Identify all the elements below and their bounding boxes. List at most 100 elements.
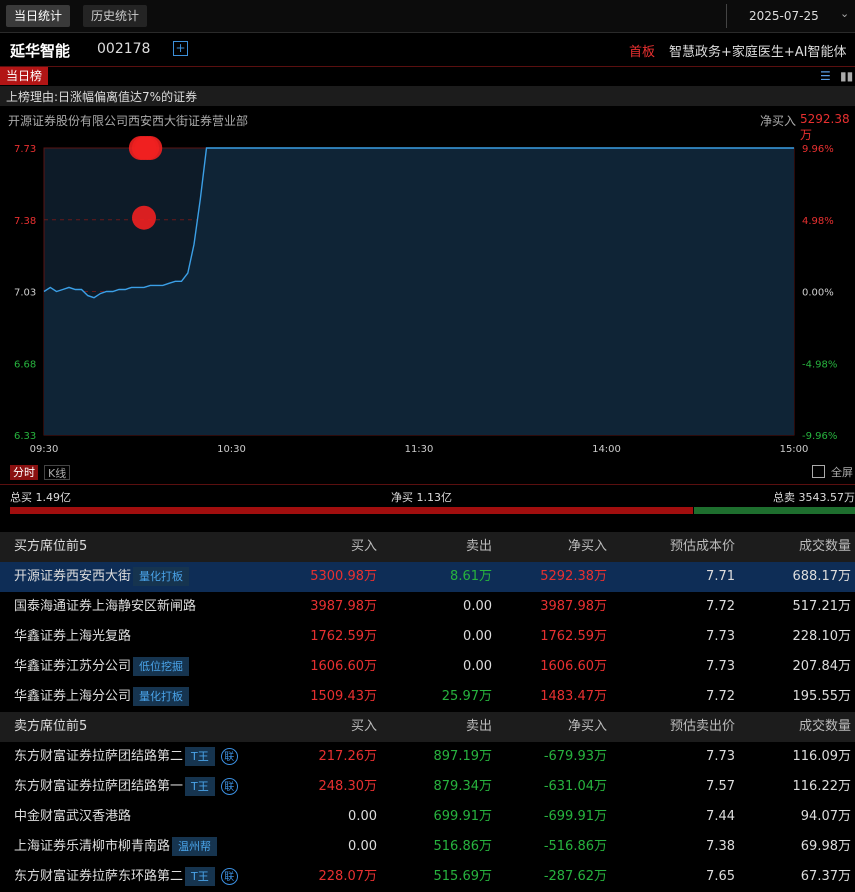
sell-amount: 0.00 (463, 599, 492, 614)
seat-name-text: 国泰海通证券上海静安区新闸路 (14, 599, 197, 614)
stock-code: 002178 (97, 41, 151, 57)
linked-badge[interactable]: 联 (220, 868, 238, 885)
seat-name: 中金财富武汉香港路 (14, 802, 131, 832)
seat-name: 东方财富证券拉萨团结路第一 T王联 (14, 772, 238, 802)
tab-intraday[interactable]: 分时 (10, 465, 38, 480)
table-row[interactable]: 国泰海通证券上海静安区新闸路 3987.98万 0.00 3987.98万 7.72 51… (0, 592, 855, 622)
list-view-icon[interactable]: ☰ (820, 69, 831, 83)
seat-name-text: 东方财富证券拉萨东环路第二 (14, 869, 184, 884)
listing-reason: 上榜理由:日涨幅偏离值达7%的证券 (6, 90, 198, 104)
price-tick-label: 6.33 (14, 431, 36, 442)
seat-name-text: 中金财富武汉香港路 (14, 809, 132, 824)
table-row[interactable]: 东方财富证券拉萨东环路第二 T王联 228.07万 515.69万 -287.62万 7.… (0, 862, 855, 892)
buy-table-header: 买方席位前5 买入 卖出 净买入 预估成本价 成交数量 (0, 532, 855, 562)
seat-tag[interactable]: T王 (185, 867, 215, 886)
table-row[interactable]: 华鑫证券江苏分公司 低位挖掘 1606.60万 0.00 1606.60万 7.73 207… (0, 652, 855, 682)
sell-amount: 0.00 (463, 629, 492, 644)
percent-tick-label: 4.98% (802, 216, 834, 227)
header-net: 净买入 (567, 539, 607, 554)
trade-volume: 517.21万 (792, 599, 852, 614)
est-price: 7.72 (706, 689, 735, 704)
table-row[interactable]: 东方财富证券拉萨团结路第二 T王联 217.26万 897.19万 -679.93万 7.… (0, 742, 855, 772)
table-row[interactable]: 上海证券乐清柳市柳青南路 温州帮 0.00 516.86万 -516.86万 7.38 69… (0, 832, 855, 862)
buy-amount: 3987.98万 (310, 599, 377, 614)
sell-amount: 516.86万 (433, 839, 493, 854)
net-amount: -631.04万 (543, 779, 607, 794)
tab-kline[interactable]: K线 (44, 465, 71, 480)
buy-amount: 248.30万 (318, 779, 378, 794)
net-amount: -679.93万 (543, 749, 607, 764)
concept-tags: 智慧政务+家庭医生+AI智能体 (669, 45, 847, 60)
seat-name-text: 华鑫证券上海分公司 (14, 689, 132, 704)
time-tick-label: 10:30 (217, 444, 246, 455)
seat-tag[interactable]: 低位挖掘 (133, 657, 190, 676)
price-tick-label: 6.68 (14, 359, 36, 370)
trade-marker[interactable] (132, 205, 156, 230)
seat-name-text: 上海证券乐清柳市柳青南路 (14, 839, 171, 854)
stock-name: 延华智能 (10, 42, 71, 60)
price-tick-label: 7.73 (14, 144, 36, 155)
seat-name-text: 华鑫证券江苏分公司 (14, 659, 132, 674)
total-buy: 总买 1.49亿 (10, 491, 71, 504)
net-amount: -699.91万 (543, 809, 607, 824)
seat-name: 东方财富证券拉萨东环路第二 T王联 (14, 862, 238, 892)
trade-volume: 94.07万 (800, 809, 851, 824)
table-row[interactable]: 中金财富武汉香港路 0.00 699.91万 -699.91万 7.44 94.07万 (0, 802, 855, 832)
seat-tag[interactable]: 温州帮 (172, 837, 218, 856)
header-sell: 卖出 (465, 719, 492, 734)
net-amount: 1762.59万 (540, 629, 607, 644)
header-cost: 预估成本价 (669, 539, 735, 554)
tab-history-stats[interactable]: 历史统计 (83, 5, 148, 27)
linked-badge[interactable]: 联 (220, 748, 238, 765)
add-watchlist-button[interactable]: + (173, 41, 188, 56)
header-sell: 卖出 (465, 539, 492, 554)
header-volume: 成交数量 (798, 539, 851, 554)
seat-name: 上海证券乐清柳市柳青南路 温州帮 (14, 832, 218, 862)
fullscreen-icon[interactable] (812, 465, 825, 478)
est-price: 7.71 (706, 569, 735, 584)
linked-badge[interactable]: 联 (220, 778, 238, 795)
seat-name-text: 开源证券西安西大街 (14, 569, 132, 584)
buy-amount: 217.26万 (318, 749, 378, 764)
table-row[interactable]: 华鑫证券上海光复路 1762.59万 0.00 1762.59万 7.73 228.10万 (0, 622, 855, 652)
trade-volume: 116.22万 (792, 779, 852, 794)
daily-board-tag: 当日榜 (0, 67, 49, 85)
tab-today-stats[interactable]: 当日统计 (6, 5, 71, 27)
table-row[interactable]: 东方财富证券拉萨团结路第一 T王联 248.30万 879.34万 -631.04万 7.… (0, 772, 855, 802)
seat-tag[interactable]: T王 (185, 747, 215, 766)
fullscreen-label[interactable]: 全屏 (831, 464, 853, 480)
percent-axis: 9.96% 4.98% 0.00% -4.98% -9.96% (802, 144, 837, 442)
sell-amount: 879.34万 (433, 779, 493, 794)
header-seat: 买方席位前5 (14, 539, 88, 554)
buy-amount: 0.00 (348, 839, 377, 854)
sell-amount: 699.91万 (433, 809, 493, 824)
seat-name: 国泰海通证券上海静安区新闸路 (14, 592, 196, 622)
bar-chart-icon[interactable]: ▮▮ (840, 69, 853, 83)
time-tick-label: 15:00 (780, 444, 809, 455)
trade-marker[interactable] (138, 136, 163, 160)
total-sell: 总卖 3543.57万 (773, 491, 855, 504)
sell-amount: 0.00 (463, 659, 492, 674)
est-price: 7.72 (706, 599, 735, 614)
table-row[interactable]: 华鑫证券上海分公司 量化打板 1509.43万 25.97万 1483.47万 7.72 1… (0, 682, 855, 712)
date-selector[interactable]: 2025-07-25 ⌄ (726, 4, 855, 28)
seat-tag[interactable]: 量化打板 (133, 687, 190, 706)
table-row[interactable]: 开源证券西安西大街 量化打板 5300.98万 8.61万 5292.38万 7.71 68… (0, 562, 855, 592)
header-sell-price: 预估卖出价 (669, 719, 735, 734)
trade-volume: 116.09万 (792, 749, 852, 764)
sell-amount: 897.19万 (433, 749, 493, 764)
header-seat: 卖方席位前5 (14, 719, 88, 734)
date-value: 2025-07-25 (749, 9, 819, 23)
est-price: 7.73 (706, 629, 735, 644)
est-price: 7.44 (706, 809, 735, 824)
seat-tag[interactable]: T王 (185, 777, 215, 796)
seat-tag[interactable]: 量化打板 (133, 567, 190, 586)
net-amount: 1606.60万 (540, 659, 607, 674)
buy-amount: 1762.59万 (310, 629, 377, 644)
time-tick-label: 09:30 (30, 444, 59, 455)
seat-name-text: 华鑫证券上海光复路 (14, 629, 132, 644)
buy-amount: 1509.43万 (310, 689, 377, 704)
price-axis: 7.73 7.38 7.03 6.68 6.33 (14, 144, 36, 442)
net-amount: 1483.47万 (540, 689, 607, 704)
intraday-price-chart[interactable]: 7.73 7.38 7.03 6.68 6.33 9.96% 4.98% 0.00% -4.9… (0, 136, 855, 461)
